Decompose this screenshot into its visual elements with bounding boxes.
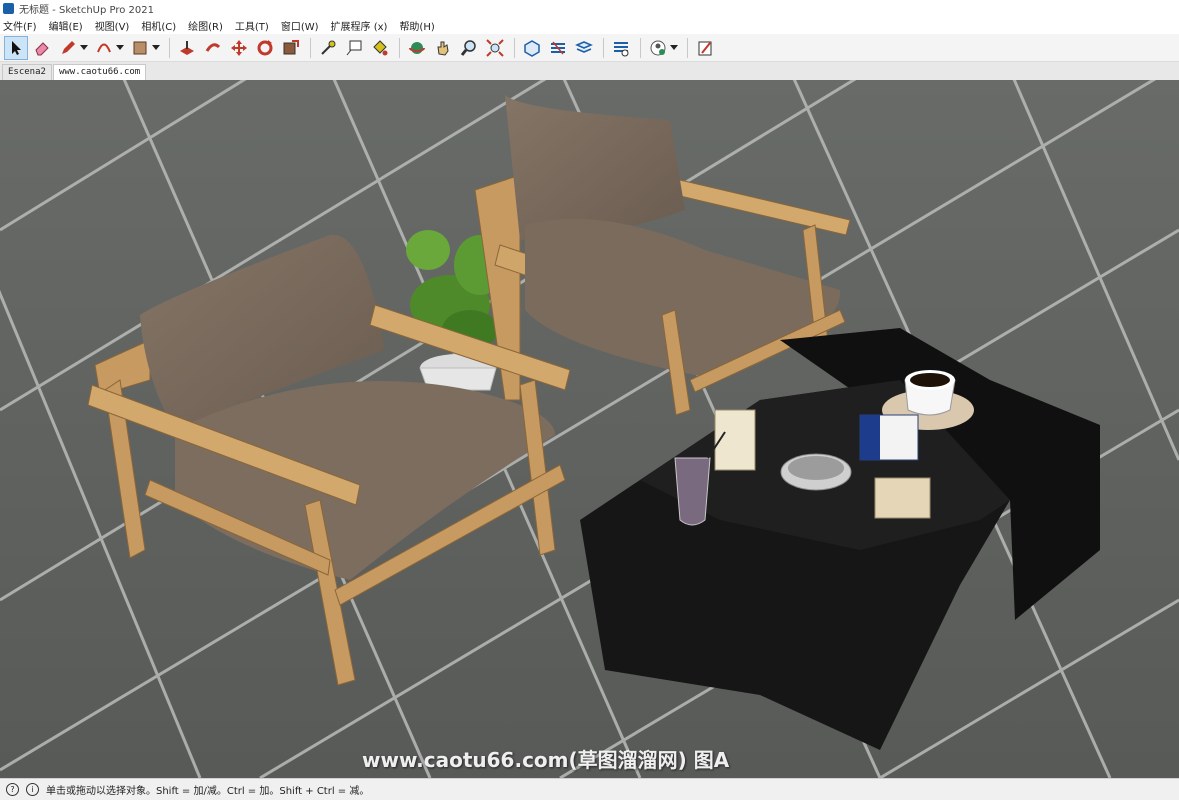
extension-warehouse-icon [551,41,565,54]
window-title: 无标题 - SketchUp Pro 2021 [19,5,154,16]
menu-help[interactable]: 帮助(H) [399,18,434,33]
rectangle-icon [133,41,147,54]
scene-tab-caotu66[interactable]: www.caotu66.com [52,64,147,80]
scene-render [0,80,1179,778]
toolbar-separator [399,37,400,58]
title-bar: 无标题 - SketchUp Pro 2021 [0,0,1179,17]
push-pull-icon [180,40,194,55]
rotate-icon [257,39,273,55]
toolbar-separator [169,37,170,58]
menu-view[interactable]: 视图(V) [95,18,130,33]
toolbar-separator [603,37,604,58]
scale-tool-button[interactable] [279,36,303,60]
paint-bucket-tool-button[interactable] [368,36,392,60]
pencil-icon [62,40,75,54]
extension-warehouse-button[interactable] [546,36,570,60]
menu-extensions[interactable]: 扩展程序 (x) [331,18,388,33]
move-tool-button[interactable] [227,36,251,60]
text-icon [346,40,362,55]
info-icon[interactable]: i [26,783,39,796]
chevron-down-icon [80,44,88,50]
menu-draw[interactable]: 绘图(R) [188,18,223,33]
arc-icon [97,43,111,52]
toolbar-separator [687,37,688,58]
push-pull-tool-button[interactable] [175,36,199,60]
arc-tool-button[interactable] [92,36,116,60]
menu-tools[interactable]: 工具(T) [235,18,269,33]
rectangle-dropdown[interactable] [152,36,160,60]
tape-measure-tool-button[interactable] [316,36,340,60]
warehouse-button[interactable] [520,36,544,60]
toolbar-separator [514,37,515,58]
tape-measure-icon [321,40,336,55]
main-toolbar [0,34,1179,62]
account-button[interactable] [646,36,670,60]
zoom-icon [460,39,476,56]
menu-camera[interactable]: 相机(C) [141,18,176,33]
status-text: 单击或拖动以选择对象。Shift = 加/减。Ctrl = 加。Shift + … [46,786,370,797]
toolbar-separator [310,37,311,58]
chevron-down-icon [152,44,160,50]
account-dropdown[interactable] [670,36,678,60]
select-icon [12,40,21,55]
feedback-button[interactable] [693,36,717,60]
chevron-down-icon [670,44,678,50]
status-bar: ? i 单击或拖动以选择对象。Shift = 加/减。Ctrl = 加。Shif… [0,778,1179,800]
follow-me-tool-button[interactable] [201,36,225,60]
extension-manager-icon [614,41,629,56]
orbit-icon [409,41,425,54]
orbit-tool-button[interactable] [405,36,429,60]
eraser-tool-button[interactable] [30,36,54,60]
extension-manager-button[interactable] [609,36,633,60]
layout-button[interactable] [572,36,596,60]
arc-dropdown[interactable] [116,36,124,60]
paint-bucket-icon [373,39,388,55]
chevron-down-icon [116,44,124,50]
zoom-extents-icon [486,38,504,57]
pencil-tool-button[interactable] [56,36,80,60]
zoom-extents-tool-button[interactable] [483,36,507,60]
scale-icon [283,39,299,54]
pan-tool-button[interactable] [431,36,455,60]
menu-bar: 文件(F) 编辑(E) 视图(V) 相机(C) 绘图(R) 工具(T) 窗口(W… [0,17,1179,34]
pencil-dropdown[interactable] [80,36,88,60]
warehouse-icon [524,39,540,57]
scene-tabs: Escena2 www.caotu66.com [0,62,1179,80]
move-icon [231,39,247,56]
model-viewport[interactable]: www.caotu66.com(草图溜溜网) 图A [0,80,1179,778]
eraser-icon [35,41,49,55]
watermark-text: www.caotu66.com(草图溜溜网) 图A [362,748,730,772]
scene-tab-escena2[interactable]: Escena2 [2,64,52,80]
text-tool-button[interactable] [342,36,366,60]
rotate-tool-button[interactable] [253,36,277,60]
geo-location-icon[interactable]: ? [6,783,19,796]
menu-file[interactable]: 文件(F) [3,18,37,33]
menu-window[interactable]: 窗口(W) [281,18,319,33]
sketchup-logo-icon [3,3,14,14]
select-tool-button[interactable] [4,35,28,60]
zoom-tool-button[interactable] [457,36,481,60]
layout-icon [575,40,593,53]
menu-edit[interactable]: 编辑(E) [49,18,83,33]
follow-me-icon [205,42,221,52]
pan-icon [437,41,449,56]
feedback-icon [698,41,712,55]
toolbar-separator [640,37,641,58]
rectangle-tool-button[interactable] [128,36,152,60]
account-icon [650,40,666,55]
